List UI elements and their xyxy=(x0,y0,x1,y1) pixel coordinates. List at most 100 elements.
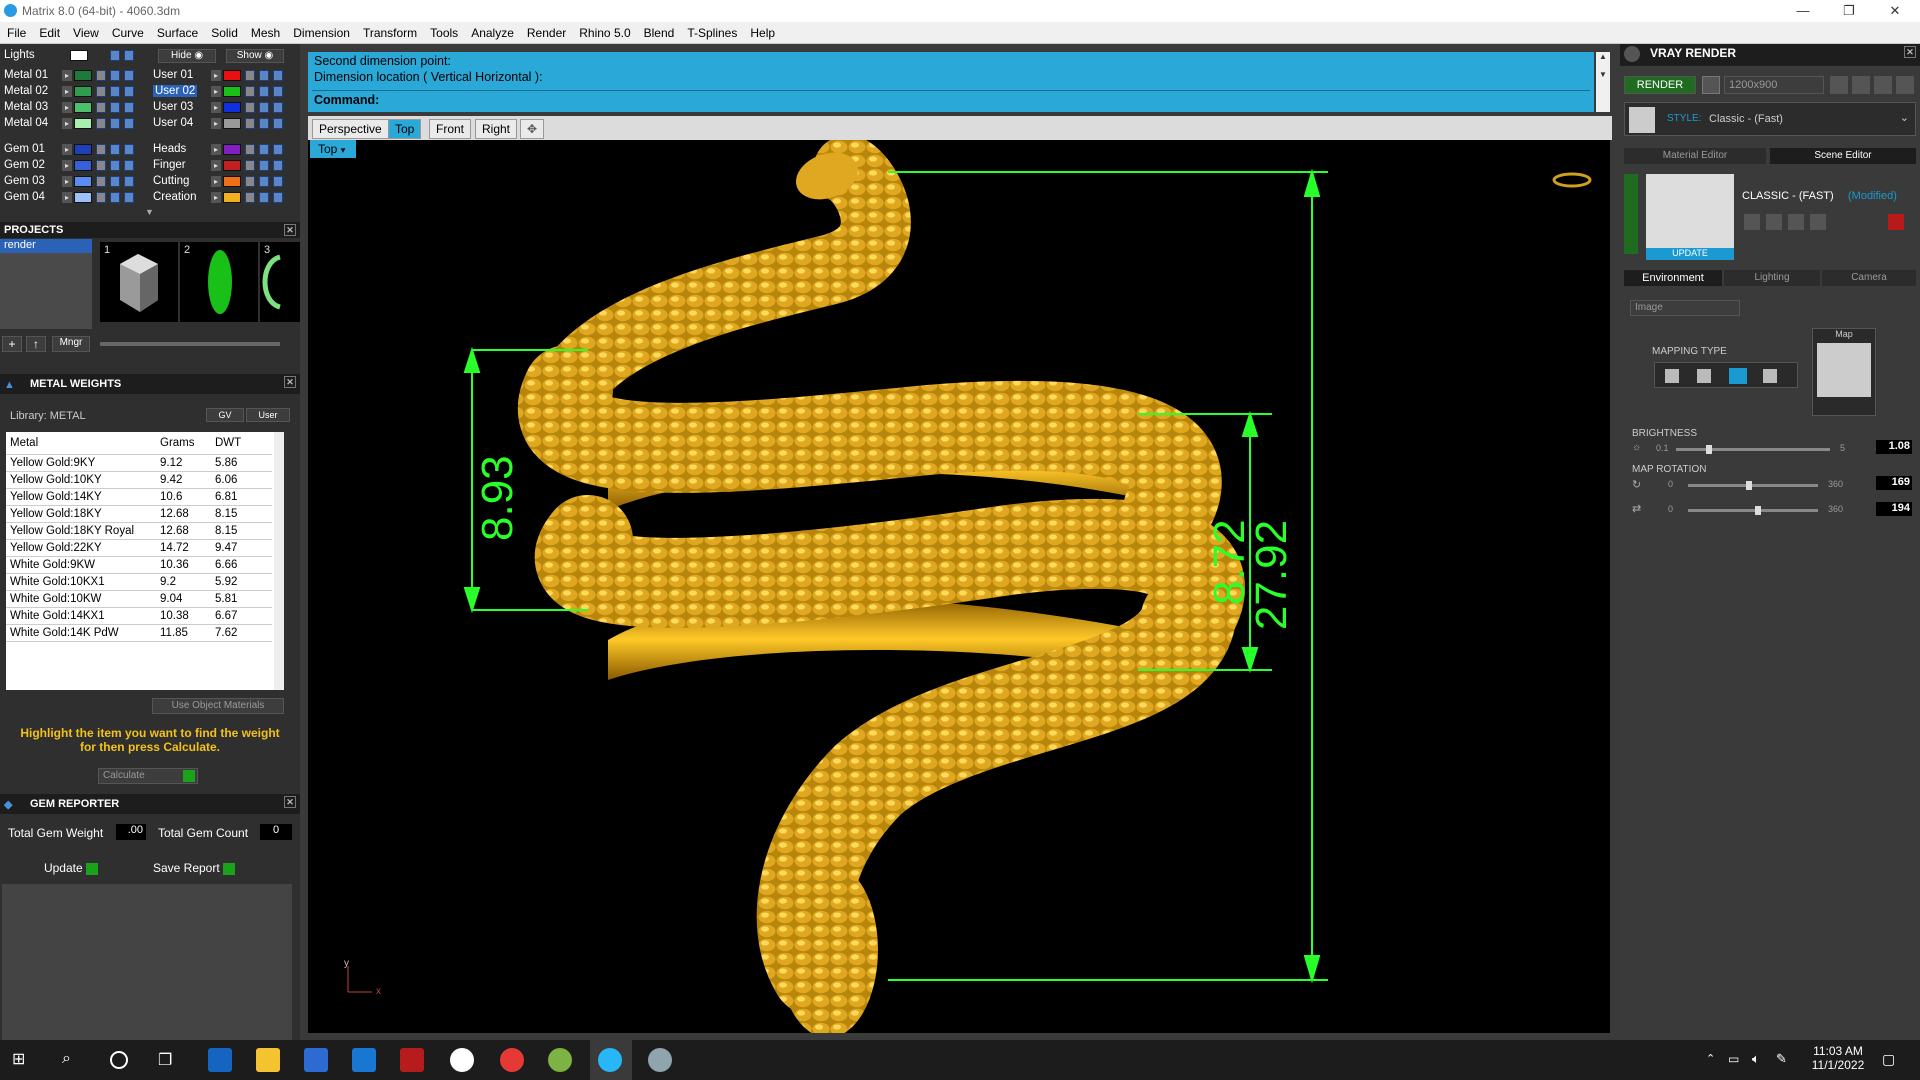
layer-color-swatch[interactable] xyxy=(74,86,92,97)
lock-icon[interactable] xyxy=(245,118,255,129)
layer-color-swatch[interactable] xyxy=(223,160,241,171)
table-scrollbar[interactable] xyxy=(274,432,284,690)
close-icon[interactable]: ✕ xyxy=(284,796,296,808)
expand-icon[interactable]: ▸ xyxy=(62,192,72,203)
visibility-icon[interactable] xyxy=(110,70,120,81)
command-scrollbar[interactable]: ▲ ▼ xyxy=(1596,52,1610,112)
layer-color-swatch[interactable] xyxy=(74,118,92,129)
expand-icon[interactable]: ▸ xyxy=(62,176,72,187)
orbit-icon[interactable] xyxy=(1552,172,1592,188)
collapse-icon[interactable]: ▼ xyxy=(145,207,154,217)
visibility-icon[interactable] xyxy=(259,70,269,81)
table-row[interactable]: Yellow Gold:18KY 12.68 8.15 xyxy=(6,505,272,523)
rotation-v-value[interactable]: 194 xyxy=(1876,502,1912,516)
layer-row[interactable]: Metal 01 ▸ xyxy=(4,68,144,83)
maximize-button[interactable]: ❐ xyxy=(1826,0,1872,22)
select-icon[interactable] xyxy=(124,102,134,113)
select-icon[interactable] xyxy=(124,118,134,129)
edge-icon[interactable] xyxy=(208,1048,232,1072)
screen-icon[interactable] xyxy=(1763,369,1777,383)
menu-solid[interactable]: Solid xyxy=(204,22,244,40)
visibility-icon[interactable] xyxy=(110,102,120,113)
expand-icon[interactable]: ▸ xyxy=(62,160,72,171)
layer-color-swatch[interactable] xyxy=(74,160,92,171)
notification-icon[interactable]: ▢ xyxy=(1882,1051,1895,1068)
select-icon[interactable] xyxy=(124,192,134,203)
layer-row[interactable]: Metal 02 ▸ xyxy=(4,84,144,99)
remove-icon[interactable] xyxy=(1810,214,1826,230)
tab-environment[interactable]: Environment xyxy=(1624,270,1722,286)
brightness-slider[interactable] xyxy=(1676,445,1830,454)
list-icon[interactable] xyxy=(1874,76,1892,94)
lights-row[interactable]: Lights xyxy=(4,48,134,63)
layer-row[interactable]: User 01 ▸ xyxy=(153,68,293,83)
brightness-thumb[interactable] xyxy=(1706,445,1712,454)
lock-icon[interactable] xyxy=(245,144,255,155)
close-button[interactable]: ✕ xyxy=(1872,0,1918,22)
brightness-value[interactable]: 1.08 xyxy=(1876,440,1912,454)
cortana-icon[interactable] xyxy=(110,1051,128,1069)
frame-icon[interactable] xyxy=(1852,76,1870,94)
layer-color-swatch[interactable] xyxy=(223,176,241,187)
volume-icon[interactable]: 🔈︎ xyxy=(1752,1051,1760,1067)
rotation-v-slider[interactable] xyxy=(1688,506,1818,515)
expand-icon[interactable]: ▸ xyxy=(62,144,72,155)
layer-color-swatch[interactable] xyxy=(223,70,241,81)
hide-button[interactable]: Hide ◉ xyxy=(158,49,216,63)
lock-icon[interactable] xyxy=(96,144,106,155)
file-explorer-icon[interactable] xyxy=(256,1048,280,1072)
visibility-icon[interactable] xyxy=(124,50,134,61)
lock-icon[interactable] xyxy=(245,192,255,203)
update-thumb-button[interactable]: UPDATE xyxy=(1646,248,1734,260)
col-grams[interactable]: Grams xyxy=(156,432,211,455)
layer-row[interactable]: Gem 04 ▸ xyxy=(4,190,144,205)
tab-right[interactable]: Right xyxy=(475,119,518,139)
col-dwt[interactable]: DWT xyxy=(211,432,272,455)
layer-row[interactable]: User 02 ▸ xyxy=(153,84,293,99)
render-button[interactable]: RENDER xyxy=(1624,76,1696,94)
layer-color-swatch[interactable] xyxy=(223,144,241,155)
expand-icon[interactable]: ▸ xyxy=(211,144,221,155)
spherical-icon[interactable] xyxy=(1729,368,1747,384)
layer-color-swatch[interactable] xyxy=(74,192,92,203)
chrome-icon[interactable] xyxy=(500,1048,524,1072)
lock-icon[interactable] xyxy=(245,160,255,171)
lock-icon[interactable] xyxy=(245,176,255,187)
prev-icon[interactable] xyxy=(1830,76,1848,94)
select-icon[interactable] xyxy=(273,118,283,129)
menu-tsplines[interactable]: T-Splines xyxy=(680,22,743,40)
app-icon-red[interactable] xyxy=(400,1048,424,1072)
calculate-button[interactable]: Calculate xyxy=(98,768,198,784)
layer-color-swatch[interactable] xyxy=(223,118,241,129)
select-icon[interactable] xyxy=(124,86,134,97)
close-icon[interactable]: ✕ xyxy=(284,224,296,236)
tab-perspective[interactable]: Perspective xyxy=(312,119,389,139)
reset-icon[interactable] xyxy=(1888,214,1904,230)
select-icon[interactable] xyxy=(124,144,134,155)
visibility-icon[interactable] xyxy=(259,144,269,155)
table-row[interactable]: White Gold:14K PdW 11.85 7.62 xyxy=(6,624,272,642)
table-row[interactable]: White Gold:14KX1 10.38 6.67 xyxy=(6,607,272,625)
expand-icon[interactable]: ▸ xyxy=(211,86,221,97)
lock-icon[interactable] xyxy=(96,86,106,97)
rotation-v-thumb[interactable] xyxy=(1755,506,1761,515)
project-thumb-2[interactable]: 2 xyxy=(180,242,258,322)
layer-color-swatch[interactable] xyxy=(74,176,92,187)
visibility-icon[interactable] xyxy=(110,176,120,187)
close-icon[interactable]: ✕ xyxy=(1904,46,1916,58)
use-object-materials-button[interactable]: Use Object Materials xyxy=(152,698,284,714)
visibility-icon[interactable] xyxy=(259,86,269,97)
layer-row[interactable]: Finger ▸ xyxy=(153,158,293,173)
gv-button[interactable]: GV xyxy=(206,408,244,422)
tab-front[interactable]: Front xyxy=(429,119,472,139)
expand-icon[interactable]: ▸ xyxy=(62,70,72,81)
expand-icon[interactable]: ▸ xyxy=(211,102,221,113)
planar-icon[interactable] xyxy=(1665,369,1679,383)
layer-row[interactable]: Creation ▸ xyxy=(153,190,293,205)
manager-button[interactable]: Mngr xyxy=(52,336,90,352)
resolution-select[interactable]: 1200x900 xyxy=(1724,76,1824,94)
style-selector[interactable]: STYLE: Classic - (Fast) ⌄ xyxy=(1624,102,1916,136)
lock-icon[interactable] xyxy=(110,50,120,61)
layer-row[interactable]: User 03 ▸ xyxy=(153,100,293,115)
lock-icon[interactable] xyxy=(96,160,106,171)
